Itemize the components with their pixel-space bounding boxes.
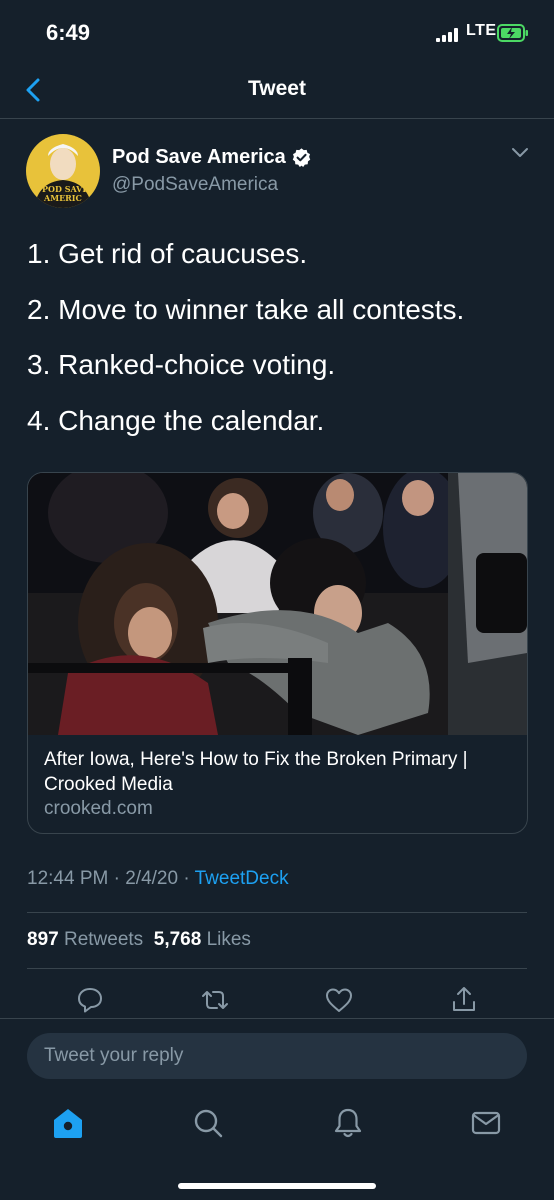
tweet-text: 1. Get rid of caucuses. 2. Move to winne… (27, 240, 527, 462)
tweet-time: 12:44 PM (27, 868, 109, 889)
tweet-header: POD SAVE AMERIC Pod Save America @PodSav… (0, 134, 554, 214)
card-title: After Iowa, Here's How to Fix the Broken… (44, 749, 468, 795)
name-row: Pod Save America (112, 146, 312, 169)
retweets-count: 897 (27, 929, 59, 950)
battery-charging-icon (497, 24, 528, 42)
retweet-icon[interactable] (199, 984, 231, 1016)
likes-count: 5,768 (153, 929, 202, 950)
home-icon[interactable] (50, 1105, 86, 1141)
network-label: LTE (466, 22, 497, 39)
link-preview-card[interactable]: After Iowa, Here's How to Fix the Broken… (27, 472, 528, 834)
nav-bar: Tweet (0, 66, 554, 119)
divider (27, 912, 527, 913)
tweet-line: 3. Ranked-choice voting. (27, 349, 336, 380)
reply-icon[interactable] (74, 984, 106, 1016)
author-name[interactable]: Pod Save America (112, 146, 286, 169)
author-handle[interactable]: @PodSaveAmerica (112, 174, 278, 196)
retweets-stat[interactable]: 897 Retweets (27, 929, 143, 950)
retweets-label: Retweets (63, 929, 144, 950)
messages-icon[interactable] (468, 1105, 504, 1141)
page-title: Tweet (248, 77, 306, 100)
notifications-icon[interactable] (330, 1105, 366, 1141)
meta-separator: · (108, 868, 126, 889)
like-icon[interactable] (323, 984, 355, 1016)
verified-icon (292, 148, 311, 168)
status-bar: 6:49 LTE (0, 0, 554, 66)
chevron-down-icon[interactable] (510, 146, 530, 160)
tweet-line: 2. Move to winner take all contests. (27, 293, 465, 325)
avatar-image: POD SAVE AMERIC (26, 134, 100, 208)
likes-stat[interactable]: 5,768 Likes (154, 929, 251, 950)
tweet-line: 4. Change the calendar. (27, 404, 325, 436)
signal-icon (436, 28, 458, 42)
divider (27, 968, 527, 969)
avatar[interactable]: POD SAVE AMERIC (26, 134, 100, 208)
avatar-text-2: AMERIC (43, 193, 82, 203)
home-indicator[interactable] (178, 1183, 376, 1189)
search-icon[interactable] (190, 1105, 226, 1141)
reply-input[interactable] (27, 1033, 527, 1079)
tweet-stats: 897 Retweets 5,768 Likes (27, 929, 251, 951)
tweet-meta: 12:44 PM · 2/4/20 · TweetDeck (27, 868, 289, 890)
tweet-actions (0, 984, 554, 1016)
tweet-line: 1. Get rid of caucuses. (27, 238, 308, 269)
meta-separator: · (178, 868, 195, 889)
tweet-source-link[interactable]: TweetDeck (195, 868, 289, 889)
share-icon[interactable] (448, 984, 480, 1016)
reply-bar (0, 1018, 554, 1091)
card-domain: crooked.com (44, 798, 153, 819)
card-image (28, 473, 527, 735)
likes-label: Likes (206, 929, 251, 950)
status-time: 6:49 (46, 20, 91, 45)
tweet-date: 2/4/20 (125, 868, 179, 889)
